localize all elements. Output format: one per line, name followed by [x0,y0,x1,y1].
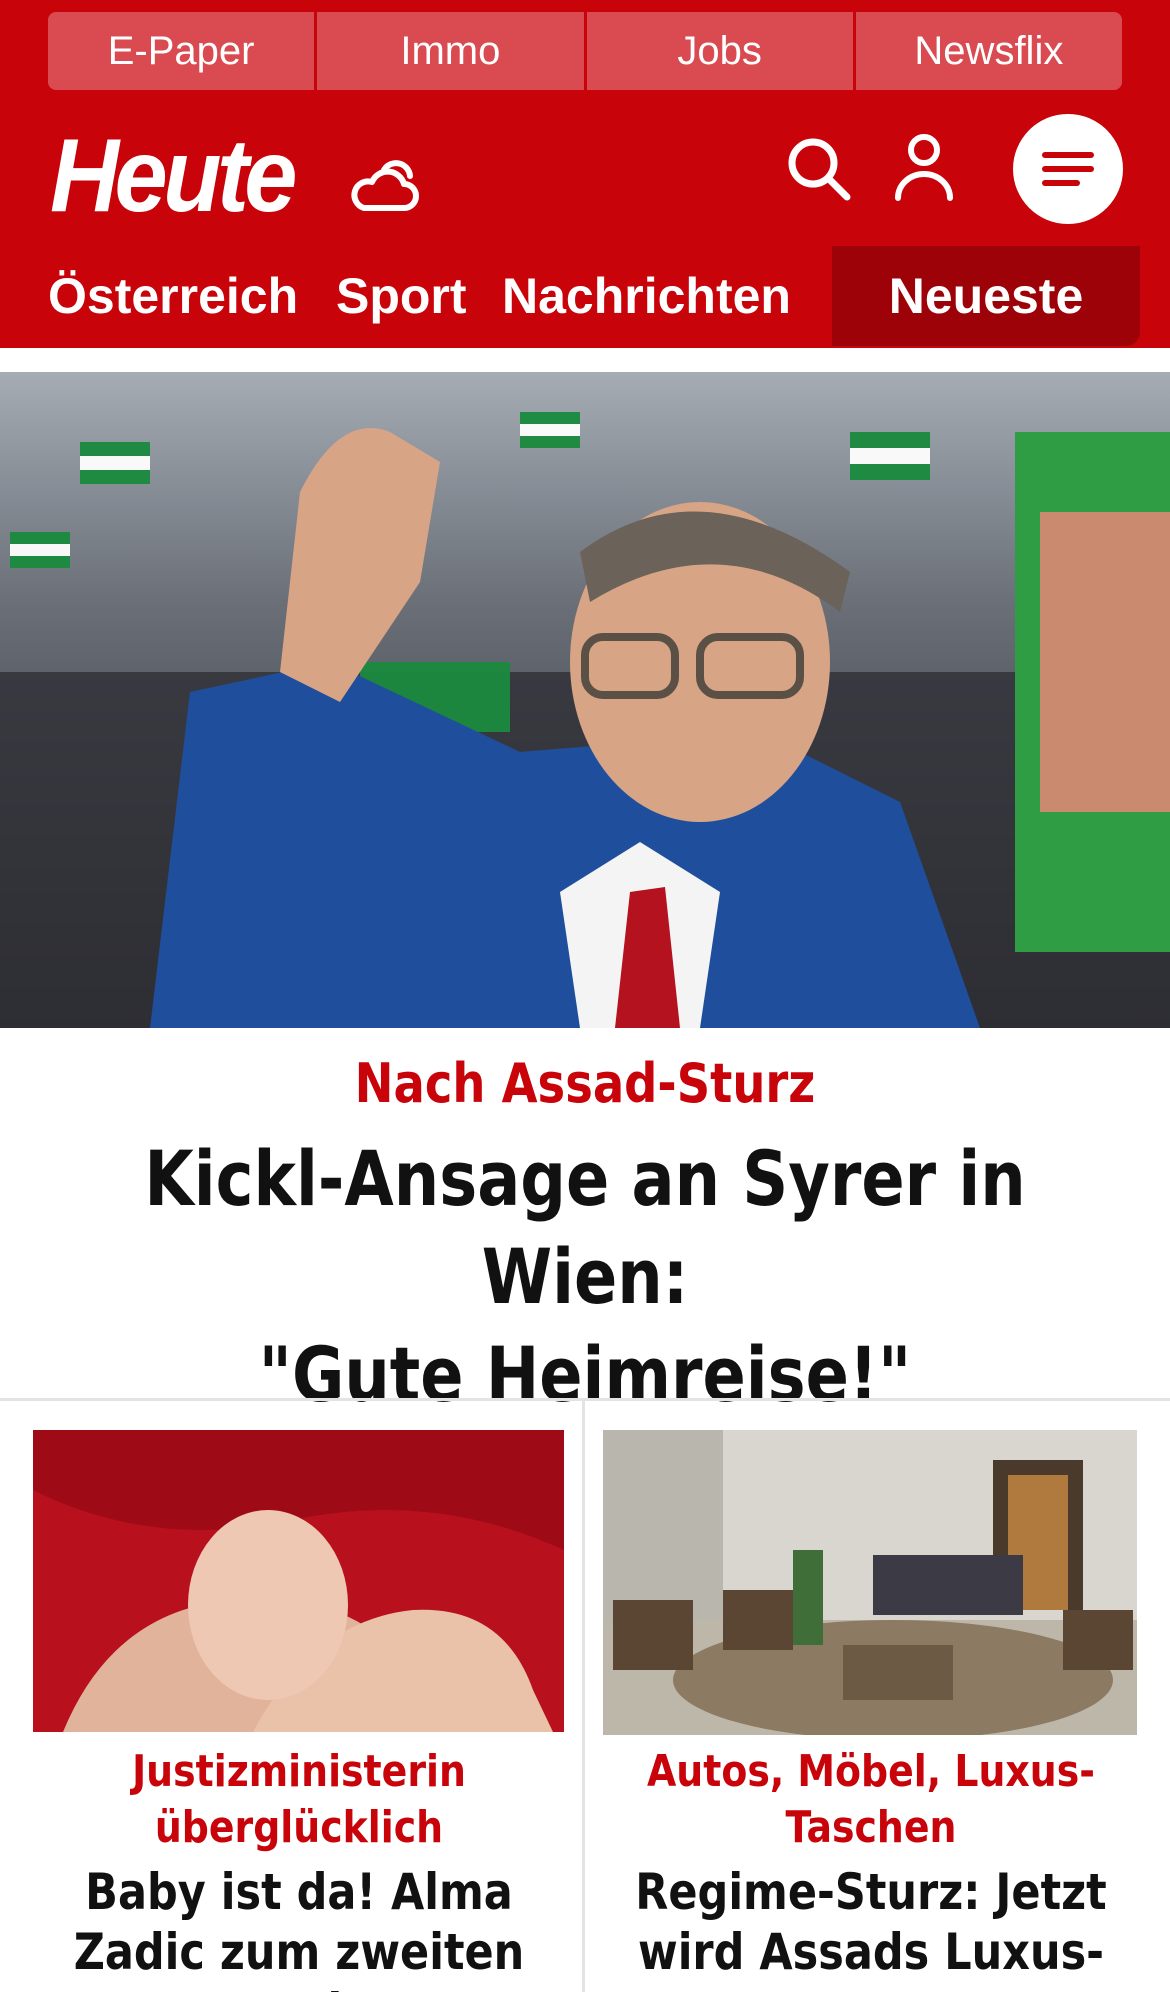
card-kicker-line: Taschen [785,1802,957,1853]
quicklink-newsflix[interactable]: Newsflix [855,12,1122,90]
hero-headline[interactable]: Kickl-Ansage an Syrer in Wien: "Gute Hei… [94,1130,1077,1424]
baby-hands-photo [33,1430,564,1732]
section-divider [0,1398,1170,1401]
card-headline[interactable]: Regime-Sturz: Jetzt wird Assads Luxus- [626,1862,1116,1982]
hero-photo-illustration [0,372,1170,1028]
quicklinks-bar: E-Paper Immo Jobs Newsflix [48,12,1122,90]
weather-cloud-sun-icon[interactable] [346,150,422,216]
nav-item-neueste[interactable]: Neueste [832,246,1140,346]
nav-item-oesterreich[interactable]: Österreich [48,246,298,346]
hero-article-image[interactable] [0,372,1170,1028]
nav-item-sport[interactable]: Sport [336,246,467,346]
card-kicker[interactable]: Autos, Möbel, Luxus- Taschen [626,1744,1116,1856]
quicklink-jobs[interactable]: Jobs [586,12,853,90]
card-headline-line: Baby ist da! Alma [85,1863,513,1921]
card-kicker-line: überglücklich [154,1802,444,1853]
quicklink-epaper[interactable]: E-Paper [48,12,315,90]
card-headline[interactable]: Baby ist da! Alma Zadic zum zweiten Mal [42,1862,556,1992]
hero-headline-line: "Gute Heimreise!" [258,1330,912,1419]
card-image-palace[interactable] [603,1430,1137,1735]
quicklink-immo[interactable]: Immo [317,12,584,90]
palace-interior-photo [603,1430,1137,1735]
column-divider [582,1400,585,1992]
site-header: E-Paper Immo Jobs Newsflix Heute [0,0,1170,246]
nav-item-nachrichten[interactable]: Nachrichten [502,246,791,346]
card-image-baby[interactable] [33,1430,564,1732]
card-headline-line: wird Assads Luxus- [637,1923,1105,1981]
card-kicker-line: Autos, Möbel, Luxus- [647,1746,1095,1797]
section-nav: Österreich Sport Nachrichten Neueste [0,246,1170,348]
card-headline-line: Zadic zum zweiten Mal [73,1923,525,1992]
hero-kicker[interactable]: Nach Assad-Sturz [82,1052,1088,1115]
menu-icon [1042,152,1094,186]
search-icon[interactable] [786,136,852,202]
menu-button[interactable] [1013,114,1123,224]
card-headline-line: Regime-Sturz: Jetzt [635,1863,1107,1921]
hero-headline-line: Kickl-Ansage an Syrer in Wien: [144,1134,1026,1321]
card-kicker-line: Justizministerin [132,1746,466,1797]
card-kicker[interactable]: Justizministerin überglücklich [42,1744,556,1856]
site-logo[interactable]: Heute [50,118,297,234]
user-icon[interactable] [892,132,956,202]
